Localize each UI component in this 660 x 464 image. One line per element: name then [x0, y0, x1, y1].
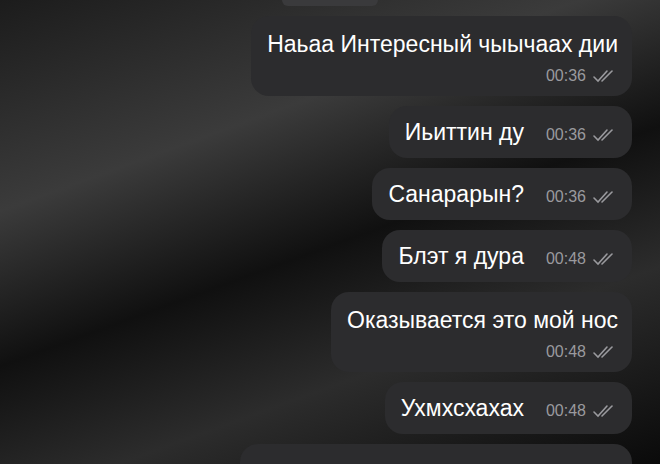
double-check-icon — [592, 403, 618, 419]
message-meta: 00:48 — [546, 247, 618, 271]
message-meta: 00:48 — [546, 399, 618, 423]
double-check-icon — [592, 68, 618, 84]
message-bubble[interactable]: Санарарын? 00:36 — [372, 168, 632, 220]
message-bubble[interactable]: Оказывается это мой нос 00:48 — [331, 292, 632, 372]
date-pill — [282, 0, 378, 6]
message-time: 00:48 — [546, 399, 586, 423]
message-time: 00:48 — [546, 247, 586, 271]
double-check-icon — [592, 127, 618, 143]
message-meta: 00:36 — [546, 123, 618, 147]
partial-message-bubble[interactable] — [240, 444, 632, 464]
message-bubble[interactable]: Иьиттин ду 00:36 — [389, 106, 632, 158]
message-text: Санарарын? — [388, 177, 524, 211]
message-meta: 00:36 — [546, 185, 618, 209]
message-text: Ухмхсхахах — [401, 391, 524, 425]
message-text: Иьиттин ду — [405, 115, 524, 149]
message-time: 00:36 — [546, 185, 586, 209]
message-bubble[interactable]: Блэт я дура 00:48 — [382, 230, 632, 282]
message-meta: 00:48 — [546, 340, 618, 364]
double-check-icon — [592, 189, 618, 205]
message-text: Блэт я дура — [398, 239, 524, 273]
message-time: 00:36 — [546, 64, 586, 88]
message-bubble[interactable]: Ухмхсхахах 00:48 — [385, 382, 632, 434]
message-meta: 00:36 — [546, 64, 618, 88]
double-check-icon — [592, 344, 618, 360]
message-bubble[interactable]: Наьаа Интересный чыычаах дии 00:36 — [251, 16, 632, 96]
message-text: Оказывается это мой нос — [347, 304, 618, 336]
message-text: Наьаа Интересный чыычаах дии — [267, 28, 618, 60]
message-time: 00:36 — [546, 123, 586, 147]
message-time: 00:48 — [546, 340, 586, 364]
chat-screen: Наьаа Интересный чыычаах дии00:36Иьиттин… — [0, 0, 660, 464]
message-list: Наьаа Интересный чыычаах дии00:36Иьиттин… — [251, 16, 632, 434]
double-check-icon — [592, 251, 618, 267]
